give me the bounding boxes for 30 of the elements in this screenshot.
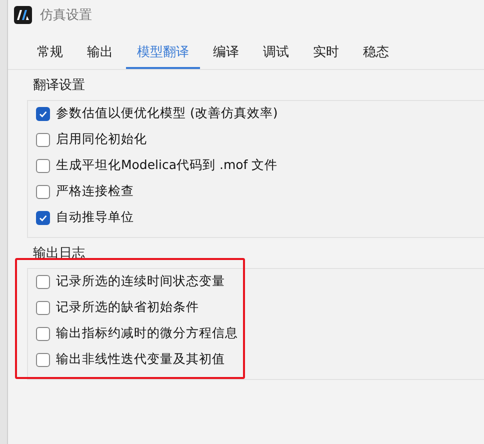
- tab[interactable]: 模型翻译: [126, 40, 200, 69]
- checkbox[interactable]: [36, 106, 50, 120]
- window-title: 仿真设置: [40, 7, 92, 24]
- checkbox[interactable]: [36, 300, 50, 314]
- option-label: 参数估值以便优化模型 (改善仿真效率): [56, 105, 278, 122]
- tab[interactable]: 调试: [252, 40, 300, 69]
- option-label: 严格连接检查: [56, 183, 134, 200]
- checkbox[interactable]: [36, 132, 50, 146]
- tab[interactable]: 稳态: [352, 40, 400, 69]
- option-label: 生成平坦化Modelica代码到 .mof 文件: [56, 157, 278, 174]
- check-icon: [38, 108, 48, 118]
- checkbox[interactable]: [36, 184, 50, 198]
- group-title: 翻译设置: [32, 77, 86, 95]
- option-label: 输出非线性迭代变量及其初值: [56, 351, 225, 368]
- check-icon: [38, 212, 48, 222]
- option-label: 输出指标约减时的微分方程信息: [56, 325, 238, 342]
- option-label: 自动推导单位: [56, 209, 134, 226]
- checkbox[interactable]: [36, 352, 50, 366]
- tab[interactable]: 输出: [76, 40, 124, 69]
- option-label: 记录所选的连续时间状态变量: [56, 273, 225, 290]
- checkbox[interactable]: [36, 158, 50, 172]
- checkbox[interactable]: [36, 274, 50, 288]
- checkbox[interactable]: [36, 210, 50, 224]
- option-label: 记录所选的缺省初始条件: [56, 299, 199, 316]
- checkbox[interactable]: [36, 326, 50, 340]
- option-label: 启用同伦初始化: [56, 131, 147, 148]
- app-logo-icon: [14, 6, 32, 24]
- tab[interactable]: 实时: [302, 40, 350, 69]
- tab[interactable]: 常规: [26, 40, 74, 69]
- tab[interactable]: 编译: [202, 40, 250, 69]
